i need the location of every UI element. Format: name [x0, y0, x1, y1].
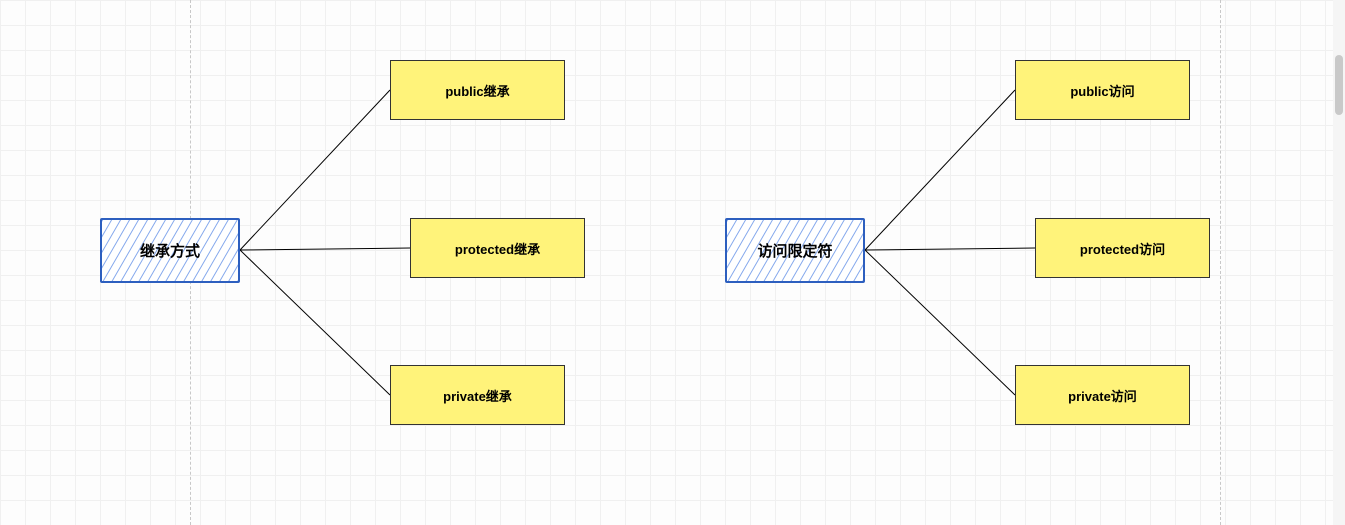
node-access-specifier[interactable]: 访问限定符 — [725, 218, 865, 283]
node-public-access[interactable]: public访问 — [1015, 60, 1190, 120]
node-label: private继承 — [443, 386, 512, 405]
node-label: protected继承 — [455, 239, 540, 258]
node-label: 访问限定符 — [757, 240, 832, 261]
diagram-canvas[interactable]: 继承方式 public继承 protected继承 private继承 访问限定… — [0, 0, 1345, 525]
node-label: 继承方式 — [140, 240, 200, 261]
node-label: public继承 — [445, 81, 509, 100]
scrollbar-thumb[interactable] — [1335, 55, 1343, 115]
node-protected-access[interactable]: protected访问 — [1035, 218, 1210, 278]
vertical-scrollbar[interactable] — [1333, 0, 1345, 525]
node-label: public访问 — [1070, 81, 1134, 100]
page-guide-right — [1220, 0, 1221, 525]
node-label: private访问 — [1068, 386, 1137, 405]
node-public-inherit[interactable]: public继承 — [390, 60, 565, 120]
node-inheritance-mode[interactable]: 继承方式 — [100, 218, 240, 283]
node-private-access[interactable]: private访问 — [1015, 365, 1190, 425]
node-protected-inherit[interactable]: protected继承 — [410, 218, 585, 278]
node-private-inherit[interactable]: private继承 — [390, 365, 565, 425]
node-label: protected访问 — [1080, 239, 1165, 258]
